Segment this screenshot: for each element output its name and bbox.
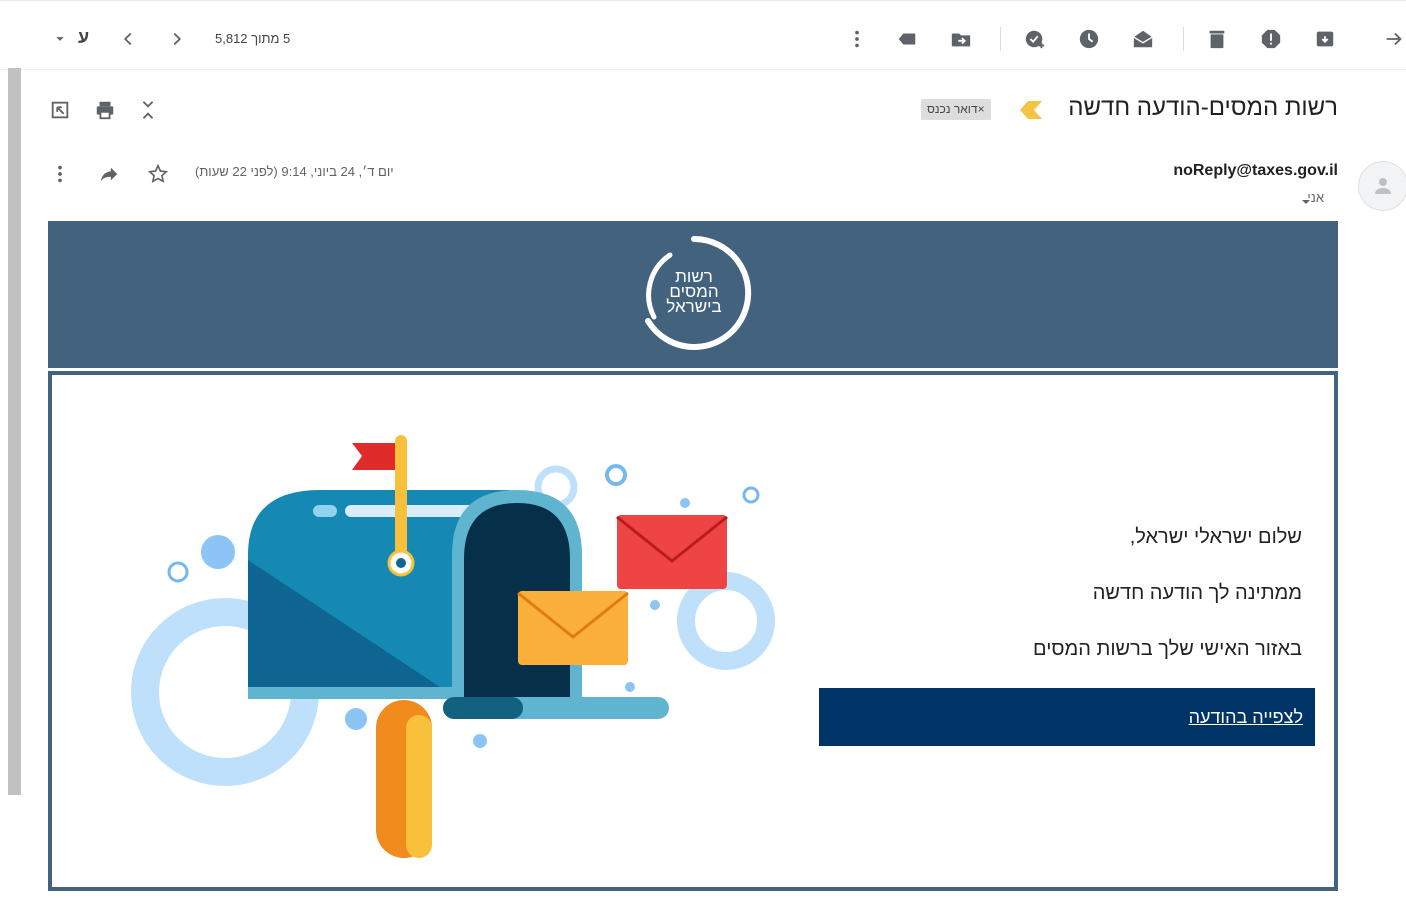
- archive-icon[interactable]: [1311, 25, 1339, 53]
- recipient-details-icon[interactable]: [1300, 192, 1312, 211]
- message-subject: רשות המסים-הודעה חדשה: [1068, 94, 1338, 121]
- label-close-icon[interactable]: ×: [978, 102, 985, 116]
- snooze-icon[interactable]: [1075, 25, 1103, 53]
- collapse-all-icon[interactable]: [134, 96, 162, 124]
- inbox-label-chip[interactable]: ×דואר נכנס: [921, 99, 991, 120]
- labels-icon[interactable]: [893, 25, 921, 53]
- open-new-window-icon[interactable]: [46, 96, 74, 124]
- email-header-banner: רשות המסים בישראל: [48, 221, 1338, 368]
- sender-avatar: [1358, 161, 1406, 211]
- star-icon[interactable]: [144, 160, 172, 188]
- scrollbar[interactable]: [8, 68, 21, 795]
- add-to-tasks-icon[interactable]: [1021, 25, 1049, 53]
- mark-unread-icon[interactable]: [1129, 25, 1157, 53]
- view-message-button[interactable]: לצפייה בהודעה: [819, 688, 1315, 746]
- notice-text: ממתינה לך הודעה חדשה: [1092, 582, 1302, 604]
- logo-line: בישראל: [666, 297, 722, 316]
- message-toolbar: 5 מתוך 5,812 ע: [0, 0, 1406, 70]
- move-to-icon[interactable]: [947, 25, 975, 53]
- message-more-icon[interactable]: [46, 160, 74, 188]
- logo-text: רשות המסים בישראל: [654, 268, 734, 316]
- delete-icon[interactable]: [1203, 25, 1231, 53]
- pager-count: 5 מתוך 5,812: [215, 31, 291, 46]
- report-spam-icon[interactable]: [1257, 25, 1285, 53]
- older-icon[interactable]: [163, 25, 191, 53]
- importance-marker-icon[interactable]: [1018, 101, 1042, 123]
- back-icon[interactable]: [1380, 25, 1406, 53]
- person-icon: [1375, 178, 1391, 194]
- message-date: יום ד׳, 24 ביוני, 9:14 (לפני 22 שעות): [195, 164, 394, 179]
- mailbox-illustration: [131, 435, 775, 858]
- label-text: דואר נכנס: [927, 102, 978, 116]
- sender-email[interactable]: noReply@taxes.gov.il: [1173, 162, 1338, 180]
- newer-icon[interactable]: [114, 25, 142, 53]
- view-message-link[interactable]: לצפייה בהודעה: [1189, 707, 1315, 728]
- location-text: באזור האישי שלך ברשות המסים: [1033, 638, 1302, 660]
- greeting-text: שלום ישראלי ישראל,: [1129, 526, 1302, 548]
- reply-forward-icon[interactable]: [95, 160, 123, 188]
- more-icon[interactable]: [843, 25, 871, 53]
- print-icon[interactable]: [91, 96, 119, 124]
- input-tools-indicator[interactable]: ע: [78, 27, 89, 48]
- input-tools-dropdown-icon[interactable]: [46, 25, 74, 53]
